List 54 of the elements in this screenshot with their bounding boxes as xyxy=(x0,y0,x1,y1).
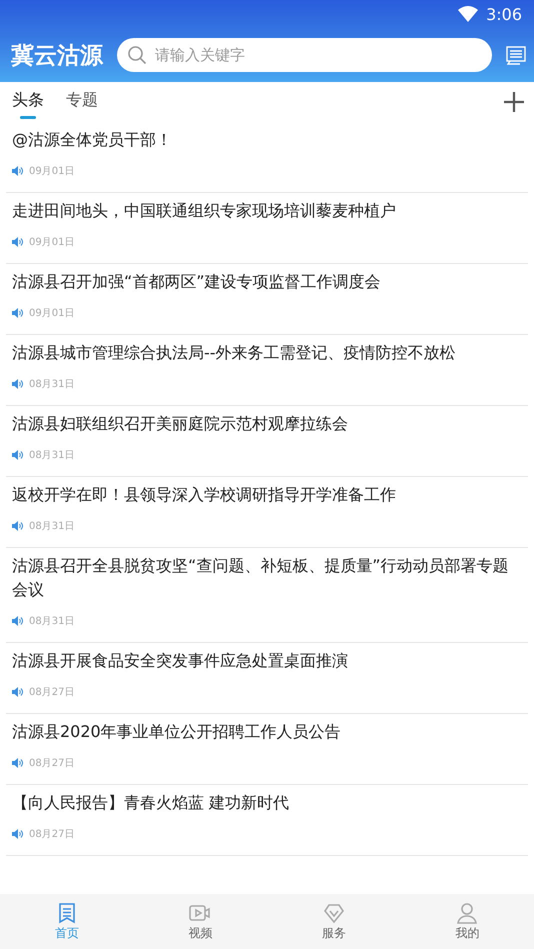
news-title: @沽源全体党员干部！ xyxy=(12,129,173,151)
news-item[interactable]: 沽源县召开全县脱贫攻坚“查问题、补短板、提质量”行动动员部署专题会议 08月31日 xyxy=(6,548,528,643)
speaker-icon xyxy=(12,686,23,696)
category-tab[interactable]: 头条 xyxy=(12,82,44,122)
speaker-icon xyxy=(12,236,23,246)
news-title: 【向人民报告】青春火焰蓝 建功新时代 xyxy=(12,792,290,814)
nav-tab[interactable]: 视频 xyxy=(134,894,267,949)
news-title: 返校开学在即！县领导深入学校调研指导开学准备工作 xyxy=(12,484,397,506)
news-title: 沽源县召开加强“首都两区”建设专项监督工作调度会 xyxy=(12,271,382,293)
speaker-icon xyxy=(12,308,23,318)
news-item[interactable]: @沽源全体党员干部！ 09月01日 xyxy=(6,122,528,193)
news-date: 08月31日 xyxy=(29,448,74,462)
news-date: 08月31日 xyxy=(29,614,74,628)
speaker-icon xyxy=(12,450,23,460)
news-title: 沽源县2020年事业单位公开招聘工作人员公告 xyxy=(12,721,342,743)
news-title: 沽源县城市管理综合执法局--外来务工需登记、疫情防控不放松 xyxy=(12,342,457,364)
speaker-icon xyxy=(12,828,23,838)
news-item[interactable]: 沽源县2020年事业单位公开招聘工作人员公告 08月27日 xyxy=(6,714,528,785)
search-field[interactable]: 请输入关键字 xyxy=(117,38,492,72)
speaker-icon xyxy=(12,616,23,626)
news-date: 08月31日 xyxy=(29,378,74,390)
category-tab[interactable]: 专题 xyxy=(66,82,98,122)
news-title: 沽源县妇联组织召开美丽庭院示范村观摩拉练会 xyxy=(12,413,349,435)
speaker-icon xyxy=(12,378,23,388)
news-item[interactable]: 沽源县开展食品安全突发事件应急处置桌面推演 08月27日 xyxy=(6,643,528,714)
news-date: 08月27日 xyxy=(29,756,74,770)
news-title: 沽源县召开全县脱贫攻坚“查问题、补短板、提质量”行动动员部署专题会议 xyxy=(12,555,510,601)
news-date: 08月27日 xyxy=(29,828,74,840)
news-item[interactable]: 走进田间地头，中国联通组织专家现场培训藜麦种植户 09月01日 xyxy=(6,193,528,264)
news-item[interactable]: 沽源县妇联组织召开美丽庭院示范村观摩拉练会 08月31日 xyxy=(6,406,528,477)
search-icon xyxy=(127,45,147,65)
wifi-icon xyxy=(458,6,478,22)
person-icon xyxy=(456,902,478,924)
speaker-icon xyxy=(12,166,23,176)
news-date: 09月01日 xyxy=(29,236,74,248)
nav-tab[interactable]: 服务 xyxy=(267,894,400,949)
news-date: 09月01日 xyxy=(29,164,74,178)
news-item[interactable]: 【向人民报告】青春火焰蓝 建功新时代 08月27日 xyxy=(6,785,528,856)
speaker-icon xyxy=(12,758,23,768)
news-date: 08月31日 xyxy=(29,520,74,532)
news-date: 09月01日 xyxy=(29,306,74,320)
diamond-icon xyxy=(322,902,345,924)
news-title: 沽源县开展食品安全突发事件应急处置桌面推演 xyxy=(12,650,349,672)
plus-icon[interactable] xyxy=(504,92,524,112)
news-item[interactable]: 返校开学在即！县领导深入学校调研指导开学准备工作 08月31日 xyxy=(6,477,528,548)
news-item[interactable]: 沽源县召开加强“首都两区”建设专项监督工作调度会 09月01日 xyxy=(6,264,528,335)
nav-tab[interactable]: 我的 xyxy=(400,894,534,949)
message-icon[interactable] xyxy=(506,45,526,65)
speaker-icon xyxy=(12,520,23,530)
news-date: 08月27日 xyxy=(29,686,74,698)
app-title: 冀云沽源 xyxy=(11,42,103,70)
news-title: 走进田间地头，中国联通组织专家现场培训藜麦种植户 xyxy=(12,200,397,222)
news-item[interactable]: 沽源县城市管理综合执法局--外来务工需登记、疫情防控不放松 08月31日 xyxy=(6,335,528,406)
clock-time: 3:06 xyxy=(486,4,522,24)
